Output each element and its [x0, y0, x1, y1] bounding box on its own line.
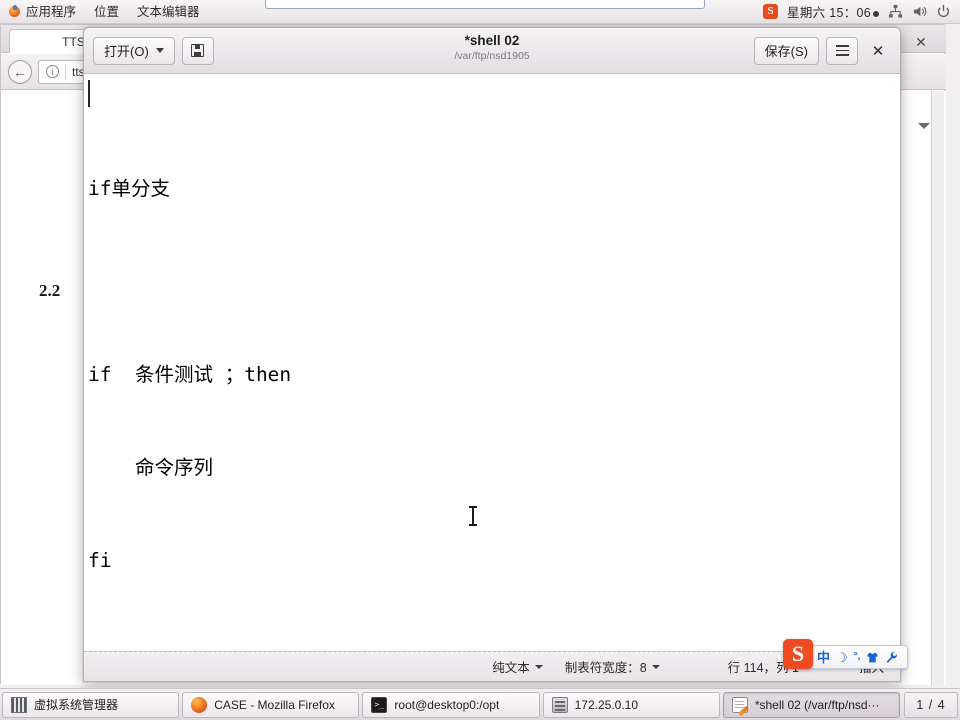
code-line: if单分支 [88, 177, 170, 200]
text-caret [88, 80, 90, 107]
code-line: fi [88, 549, 112, 572]
open-button-label: 打开(O) [104, 44, 149, 59]
skin-shirt-icon[interactable] [866, 651, 879, 664]
text-editor-content[interactable]: if单分支 if 条件测试 ；then 命令序列 fi read -p "请输入… [84, 74, 889, 651]
volume-icon[interactable] [912, 4, 927, 19]
desktop-screen: TTS学习中 ← i tts.t 2.2 ✕ 应用程序 位置 [0, 0, 960, 720]
taskbar-item-firefox[interactable]: CASE - Mozilla Firefox [182, 691, 360, 718]
firefox-icon [191, 696, 208, 713]
power-icon[interactable] [936, 4, 951, 19]
file-path-subtitle: /var/ftp/nsd1905 [454, 50, 530, 62]
file-format-selector[interactable]: 纯文本 [492, 657, 543, 676]
panel-item-text-editor-label: 文本编辑器 [137, 4, 200, 19]
taskbar: 虚拟系统管理器 CASE - Mozilla Firefox >_ root@d… [0, 688, 960, 720]
floating-text-entry[interactable] [265, 0, 705, 9]
url-separator [65, 64, 66, 79]
code-line: if 条件测试 ；then [88, 363, 292, 386]
network-icon[interactable] [888, 4, 903, 19]
panel-item-applications[interactable]: 应用程序 [0, 0, 85, 24]
panel-menu: 应用程序 位置 文本编辑器 [0, 0, 209, 24]
panel-item-text-editor[interactable]: 文本编辑器 [128, 0, 209, 24]
taskbar-item-label: 172.25.0.10 [574, 697, 639, 712]
firefox-logo-icon [8, 5, 21, 18]
settings-wrench-icon[interactable] [885, 651, 898, 664]
taskbar-item-label: root@desktop0:/opt [394, 697, 500, 712]
tab-width-selector[interactable]: 制表符宽度：8 [565, 657, 660, 676]
gedit-window[interactable]: 打开(O) *shell 02 /var/ftp/nsd1905 保存(S) ✕… [83, 27, 901, 682]
taskbar-item-label: *shell 02 (/var/ftp/nsd··· [754, 697, 880, 712]
page-title: *shell 02 [464, 33, 520, 48]
gedit-document-area[interactable]: if单分支 if 条件测试 ；then 命令序列 fi read -p "请输入… [84, 74, 900, 651]
chinese-mode-icon[interactable]: 中 [817, 651, 830, 664]
taskbar-item-label: 虚拟系统管理器 [34, 698, 119, 712]
vmm-icon [11, 696, 27, 713]
save-disk-icon [191, 44, 205, 57]
clock[interactable]: 星期六 15：06 [787, 2, 879, 21]
info-icon[interactable]: i [46, 65, 59, 78]
sogou-ime-toolbar[interactable]: S 中 ☽ °, [783, 639, 908, 669]
back-arrow-icon[interactable]: ← [8, 59, 32, 84]
gedit-headerbar: 打开(O) *shell 02 /var/ftp/nsd1905 保存(S) ✕ [84, 28, 900, 74]
file-format-label: 纯文本 [492, 661, 530, 675]
page-heading: 2.2 [39, 281, 61, 300]
panel-item-places[interactable]: 位置 [85, 0, 128, 24]
close-button[interactable]: ✕ [865, 38, 891, 64]
chevron-down-icon [155, 48, 164, 53]
tab-width-label: 制表符宽度：8 [564, 661, 647, 675]
sogou-tray-icon[interactable]: S [763, 4, 779, 19]
headerbar-right-group: 保存(S) ✕ [753, 36, 891, 65]
system-tray: S 星期六 15：06 [763, 0, 960, 24]
hamburger-menu-button[interactable] [826, 36, 858, 65]
panel-item-places-label: 位置 [94, 4, 120, 19]
chevron-down-icon [534, 664, 543, 669]
background-window-close-icon[interactable]: ✕ [908, 31, 934, 53]
save-button-label: 保存(S) [764, 44, 808, 59]
open-button[interactable]: 打开(O) [93, 36, 175, 65]
gedit-statusbar: 纯文本 制表符宽度：8 行 114，列 1 插入 [84, 651, 900, 681]
hamburger-menu-icon [835, 45, 849, 56]
taskbar-item-terminal[interactable]: >_ root@desktop0:/opt [362, 691, 540, 718]
taskbar-item-gedit[interactable]: *shell 02 (/var/ftp/nsd··· [722, 691, 901, 718]
workspace-indicator[interactable]: 1 / 4 [904, 691, 959, 718]
mouse-ibeam-cursor [469, 506, 477, 528]
editor-scrollbar[interactable] [889, 74, 900, 651]
gedit-icon [731, 696, 748, 713]
panel-item-applications-label: 应用程序 [26, 4, 77, 19]
save-button[interactable]: 保存(S) [753, 36, 819, 65]
taskbar-item-label: CASE - Mozilla Firefox [214, 697, 335, 712]
taskbar-item-host[interactable]: 172.25.0.10 [542, 691, 720, 718]
close-icon: ✕ [871, 42, 885, 60]
code-line: 命令序列 [88, 456, 213, 479]
host-icon [551, 696, 568, 713]
chevron-down-icon[interactable] [918, 123, 930, 129]
terminal-icon: >_ [371, 696, 388, 713]
firefox-scrollbar[interactable] [931, 91, 944, 685]
save-icon-button[interactable] [181, 36, 214, 65]
clock-dot-icon [873, 11, 879, 17]
sogou-logo-icon[interactable]: S [783, 639, 813, 669]
taskbar-item-vmm[interactable]: 虚拟系统管理器 [2, 691, 180, 718]
moon-icon[interactable]: ☽ [836, 651, 848, 664]
chevron-down-icon [651, 664, 660, 669]
halfwidth-punct-icon[interactable]: °, [854, 652, 861, 662]
